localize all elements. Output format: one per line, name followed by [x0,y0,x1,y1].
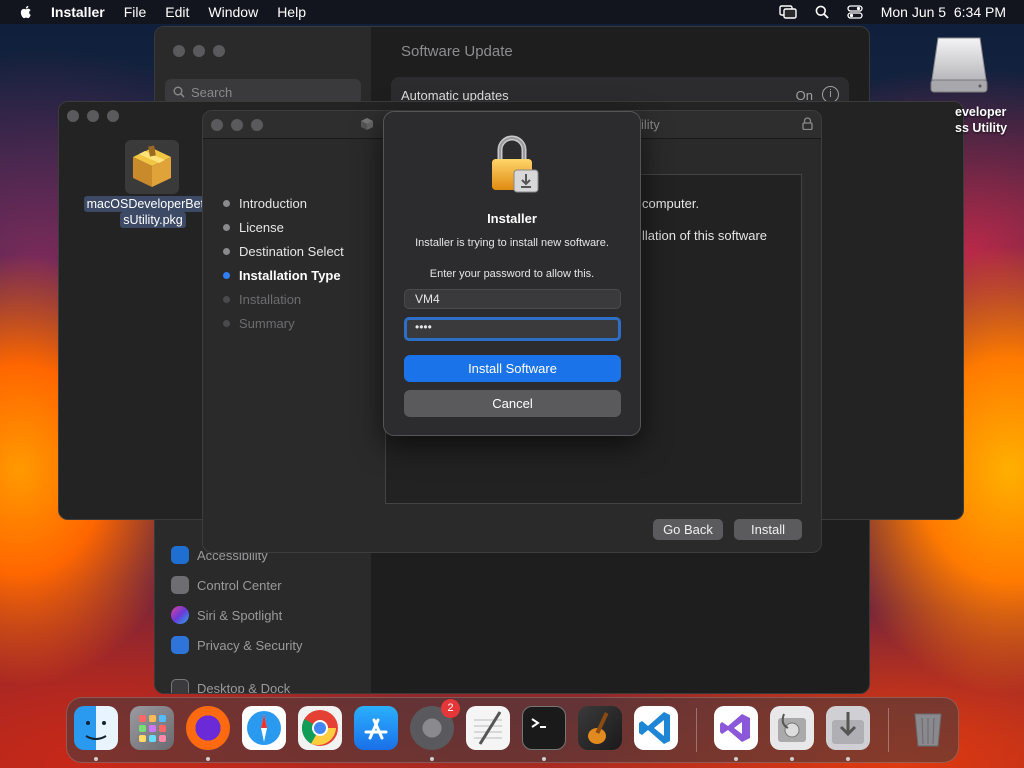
terminal-icon[interactable] [522,706,566,750]
launchpad-icon[interactable] [130,706,174,750]
safari-icon[interactable] [242,706,286,750]
disk-utility-icon[interactable] [770,706,814,750]
install-software-button[interactable]: Install Software [404,355,621,382]
lock-icon [492,135,539,193]
dialog-subtitle: Installer is trying to install new softw… [415,237,609,249]
sidebar-item-privacy-security[interactable]: Privacy & Security [171,634,302,656]
firefox-icon[interactable] [186,706,230,750]
go-back-button[interactable]: Go Back [653,519,723,540]
sidebar-item-label: Siri & Spotlight [197,607,283,623]
sidebar-item-desktop-dock[interactable]: Desktop & Dock [171,677,291,694]
file-name-line2: sUtility.pkg [120,212,186,228]
installer-icon[interactable] [826,706,870,750]
step-installation: Installation [223,292,301,307]
installer-box-icon [361,118,373,130]
accessibility-icon [171,546,189,564]
step-destination-select: Destination Select [223,244,344,259]
vscode-icon[interactable] [634,706,678,750]
installer-title: ility [641,117,660,132]
menu-bar: Installer File Edit Window Help Mon Jun … [0,0,1024,24]
trash-icon[interactable] [906,706,950,750]
cancel-button[interactable]: Cancel [404,390,621,417]
chrome-icon[interactable] [298,706,342,750]
sidebar-item-label: Privacy & Security [197,637,303,653]
dock-icon [171,679,189,693]
screen-mirroring-icon[interactable] [779,5,797,19]
lock-icon [802,117,813,130]
dock: 2 [66,697,959,763]
apple-icon[interactable] [18,4,34,20]
content-text-line2: llation of this software [642,228,768,243]
authentication-dialog: Installer Installer is trying to install… [383,111,641,436]
password-field[interactable]: •••• [404,317,621,341]
sidebar-item-label: Control Center [197,577,282,593]
disk-image-label[interactable]: eveloper ss Utility [955,104,1007,136]
step-introduction: Introduction [223,196,307,211]
step-license: License [223,220,284,235]
username-field[interactable]: VM4 [404,289,621,309]
hand-icon [171,636,189,654]
dialog-prompt: Enter your password to allow this. [429,268,595,280]
content-text-line1: computer. [642,196,700,211]
app-store-icon[interactable] [354,706,398,750]
textedit-icon[interactable] [466,706,510,750]
settings-page-title: Software Update [401,43,513,60]
step-summary: Summary [223,316,295,331]
disk-image-icon[interactable] [928,36,990,96]
settings-traffic-lights[interactable] [173,45,225,57]
menu-help[interactable]: Help [277,4,306,20]
menu-file[interactable]: File [124,4,147,20]
package-file-icon[interactable] [125,140,179,194]
sidebar-item-control-center[interactable]: Control Center [171,574,282,596]
step-installation-type: Installation Type [223,268,341,283]
system-settings-icon[interactable]: 2 [410,699,460,750]
finder-traffic-lights[interactable] [67,110,119,122]
menu-edit[interactable]: Edit [165,4,189,20]
control-center-icon[interactable] [847,5,863,19]
menu-app-name[interactable]: Installer [51,4,105,20]
sidebar-item-label: Desktop & Dock [197,680,291,694]
finder-icon[interactable] [74,706,118,750]
garageband-icon[interactable] [578,706,622,750]
search-icon [173,86,185,98]
search-icon[interactable] [815,5,829,19]
installer-traffic-lights[interactable] [211,119,263,131]
menu-window[interactable]: Window [208,4,258,20]
notification-badge: 2 [441,699,460,718]
sidebar-item-siri-spotlight[interactable]: Siri & Spotlight [171,604,282,626]
siri-icon [171,606,189,624]
dialog-title: Installer [487,211,537,226]
install-button[interactable]: Install [734,519,802,540]
search-placeholder: Search [191,84,233,100]
control-center-icon [171,576,189,594]
visual-studio-icon[interactable] [714,706,758,750]
menu-clock[interactable]: Mon Jun 5 6:34 PM [881,4,1006,20]
